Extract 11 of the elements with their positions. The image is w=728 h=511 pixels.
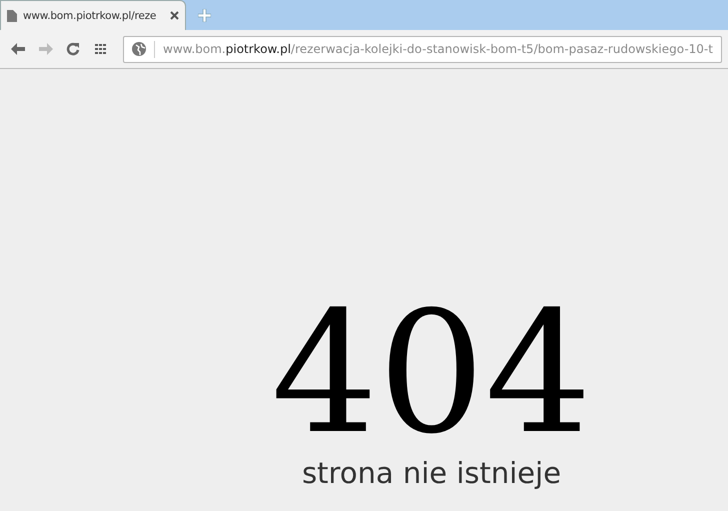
browser-tab[interactable]: www.bom.piotrkow.pl/reze: [0, 0, 186, 30]
grid-icon[interactable]: [95, 44, 108, 54]
error-message: strona nie istnieje: [302, 456, 562, 490]
globe-icon: [132, 42, 146, 56]
reload-icon[interactable]: [66, 42, 80, 56]
close-icon[interactable]: [170, 11, 179, 20]
back-arrow-icon[interactable]: [10, 42, 26, 56]
error-code: 404: [271, 291, 592, 456]
url-text: www.bom.piotrkow.pl/rezerwacja-kolejki-do-stanowisk-bom-t5/bom-pasaz-rudowskiego-10-t: [163, 42, 713, 56]
page-icon: [7, 10, 17, 22]
address-bar[interactable]: www.bom.piotrkow.pl/rezerwacja-kolejki-do-stanowisk-bom-t5/bom-pasaz-rudowskiego-10-t: [123, 36, 722, 62]
